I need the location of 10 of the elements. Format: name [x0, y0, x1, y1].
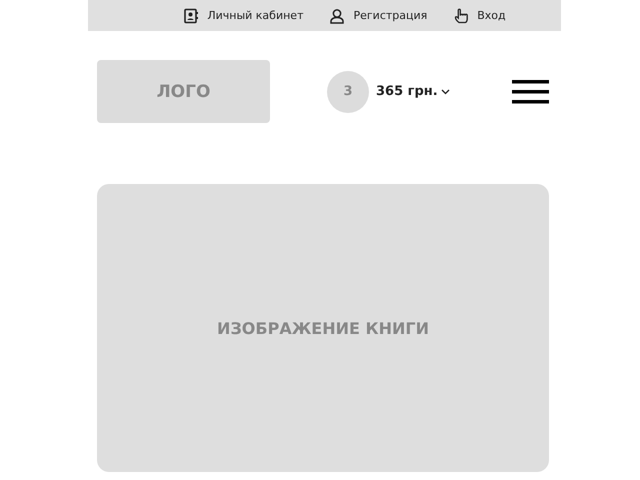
pointing-hand-icon — [453, 8, 470, 24]
user-icon — [329, 8, 346, 24]
top-link[interactable]: Вход — [477, 9, 506, 22]
caret-icon — [440, 88, 450, 94]
contact-book-icon — [183, 8, 200, 24]
book-image-label: ИЗОБРАЖЕНИЕ КНИГИ — [217, 318, 429, 338]
top-link[interactable]: Личный кабинет — [207, 9, 304, 22]
top-link[interactable]: Регистрация — [353, 9, 428, 22]
cart-total-dropdown[interactable]: 365 грн. — [376, 84, 450, 99]
menu-icon[interactable] — [512, 80, 549, 104]
